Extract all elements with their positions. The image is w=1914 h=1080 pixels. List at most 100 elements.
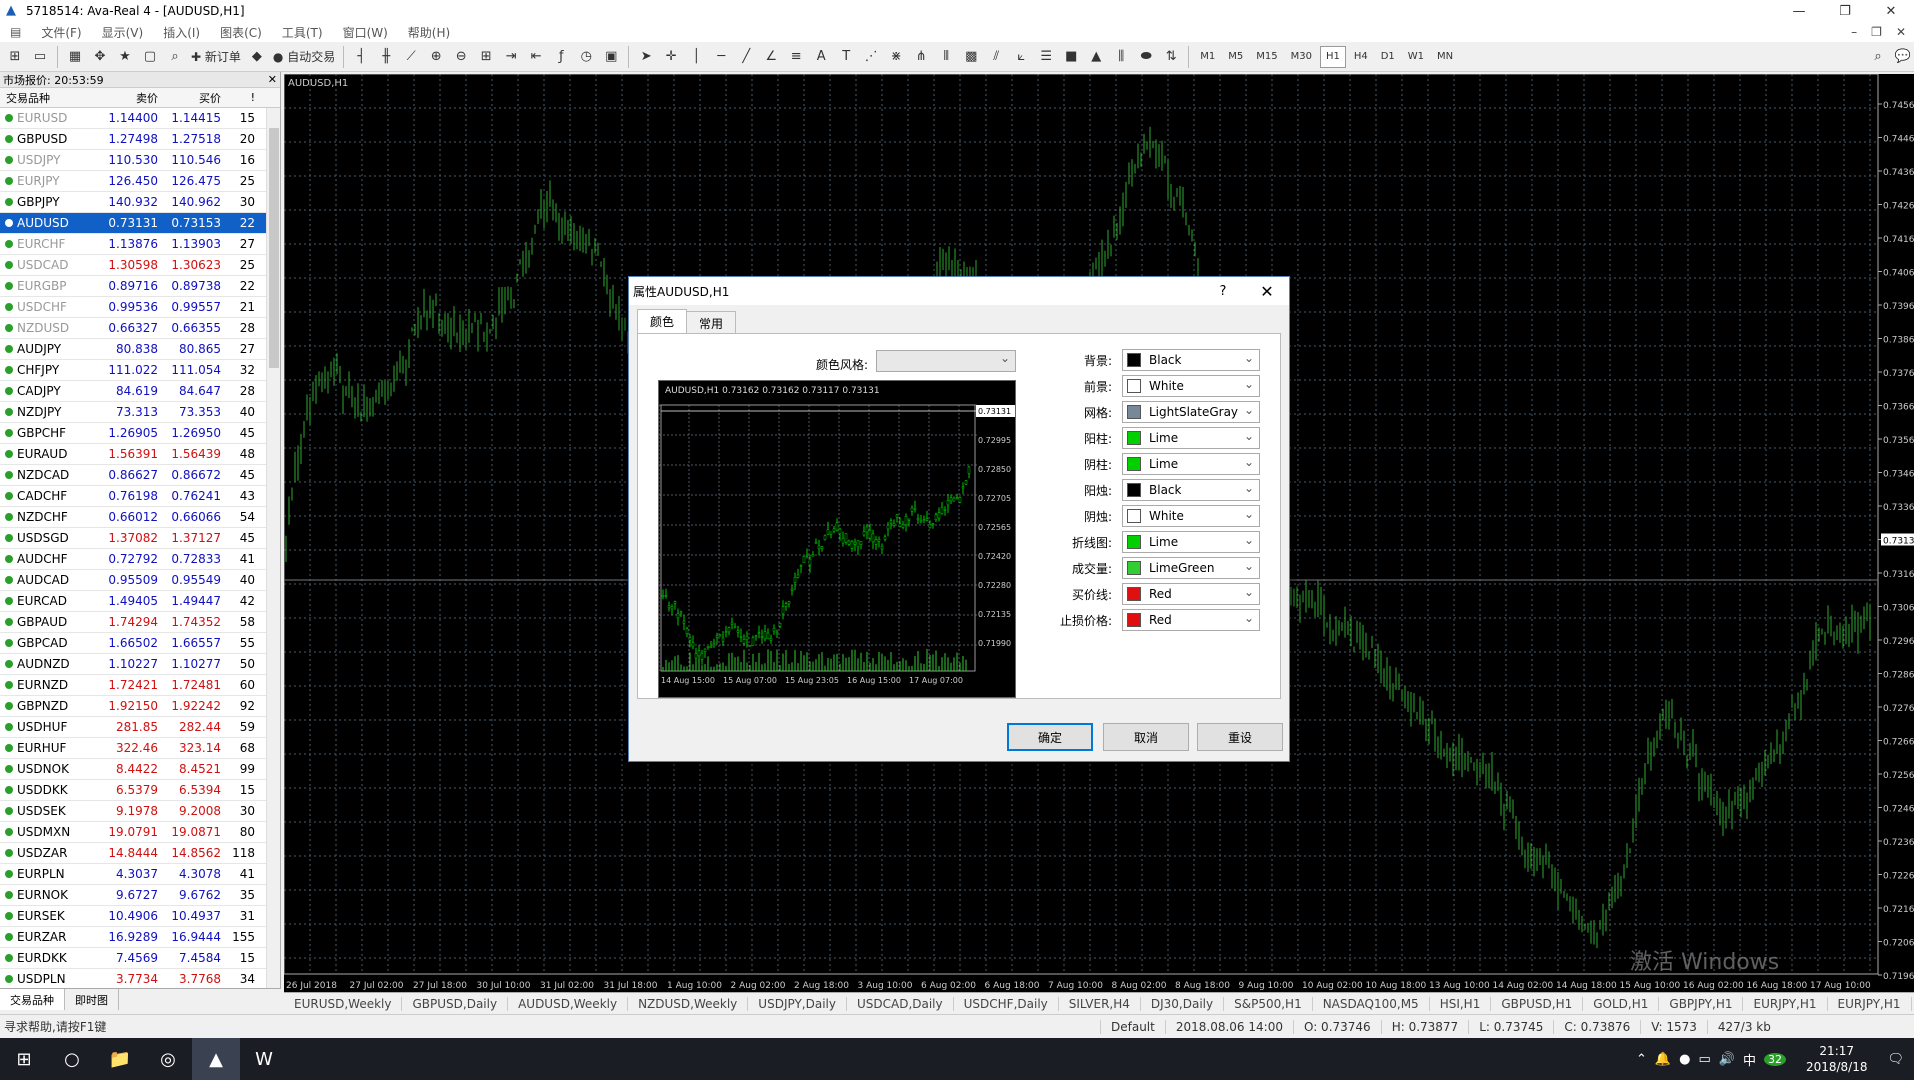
file-explorer-icon[interactable]: 📁 — [96, 1038, 144, 1080]
color-select[interactable]: Lime — [1122, 453, 1260, 475]
color-select[interactable]: Lime — [1122, 427, 1260, 449]
navigator-icon[interactable]: ★ — [114, 46, 136, 68]
column-symbol[interactable]: 交易品种 — [0, 90, 102, 106]
market-row[interactable]: AUDUSD 0.73131 0.73153 22 — [0, 213, 280, 234]
metaeditor-icon[interactable]: ◆ — [246, 46, 268, 68]
bar-chart-icon[interactable]: ┤ — [350, 46, 372, 68]
market-row[interactable]: USDJPY 110.530 110.546 16 — [0, 150, 280, 171]
tray-app-icon[interactable]: ● — [1679, 1052, 1690, 1067]
scroll-thumb[interactable] — [269, 128, 279, 368]
notification-bell-icon[interactable]: 🔔 — [1655, 1052, 1671, 1067]
column-ask[interactable]: 买价 — [162, 90, 225, 106]
menu-help[interactable]: 帮助(H) — [398, 24, 460, 41]
market-row[interactable]: GBPCHF 1.26905 1.26950 45 — [0, 423, 280, 444]
tab-tick-chart[interactable]: 即时图 — [65, 989, 119, 1010]
column-bid[interactable]: 卖价 — [102, 90, 162, 106]
grid-tool-icon[interactable]: ▩ — [960, 46, 982, 68]
color-select[interactable]: Black — [1122, 349, 1260, 371]
clock[interactable]: 21:17 2018/8/18 — [1794, 1043, 1880, 1075]
market-row[interactable]: NZDCAD 0.86627 0.86672 45 — [0, 465, 280, 486]
chart-tab[interactable]: GOLD,H1 — [1583, 996, 1660, 1011]
candlestick-icon[interactable]: ╫ — [375, 46, 397, 68]
market-row[interactable]: USDNOK 8.4422 8.4521 99 — [0, 759, 280, 780]
chart-tab[interactable]: EURJPY,H1 — [1743, 996, 1828, 1011]
color-select[interactable]: Red — [1122, 583, 1260, 605]
rectangle-icon[interactable]: ■ — [1060, 46, 1082, 68]
market-row[interactable]: CADJPY 84.619 84.647 28 — [0, 381, 280, 402]
connection-traffic[interactable]: 427/3 kb — [1706, 1019, 1781, 1034]
trend-by-angle-icon[interactable]: ∠ — [760, 46, 782, 68]
color-select[interactable]: White — [1122, 505, 1260, 527]
chat-icon[interactable]: 💬 — [1892, 46, 1914, 68]
market-row[interactable]: EURZAR 16.9289 16.9444 155 — [0, 927, 280, 948]
chart-tab[interactable]: S&P500,H1 — [1224, 996, 1313, 1011]
color-select[interactable]: LightSlateGray — [1122, 401, 1260, 423]
close-icon[interactable]: ✕ — [1245, 282, 1289, 301]
regression-icon[interactable]: ⫽ — [985, 46, 1007, 68]
arrows-icon[interactable]: ⇅ — [1160, 46, 1182, 68]
menu-charts[interactable]: 图表(C) — [210, 24, 272, 41]
chart-tab[interactable]: AUDUSD,Weekly — [508, 996, 629, 1011]
market-row[interactable]: EURCAD 1.49405 1.49447 42 — [0, 591, 280, 612]
zoom-out-icon[interactable]: ⊖ — [450, 46, 472, 68]
tester-icon[interactable]: ⌕ — [164, 46, 186, 68]
chart-tab[interactable]: NASDAQ100,M5 — [1313, 996, 1430, 1011]
close-icon[interactable]: ✕ — [1868, 4, 1914, 19]
chart-tab[interactable]: USDCHF,Daily — [954, 996, 1059, 1011]
channel-icon[interactable]: ≡ — [785, 46, 807, 68]
gann-icon[interactable]: ⋇ — [885, 46, 907, 68]
market-row[interactable]: GBPCAD 1.66502 1.66557 55 — [0, 633, 280, 654]
market-row[interactable]: AUDNZD 1.10227 1.10277 50 — [0, 654, 280, 675]
market-row[interactable]: EURCHF 1.13876 1.13903 27 — [0, 234, 280, 255]
autoscroll-icon[interactable]: ⇤ — [525, 46, 547, 68]
terminal-icon[interactable]: ▢ — [139, 46, 161, 68]
market-row[interactable]: NZDJPY 73.313 73.353 40 — [0, 402, 280, 423]
horizontal-line-icon[interactable]: ─ — [710, 46, 732, 68]
close-icon[interactable]: ✕ — [268, 73, 277, 86]
chart-tab[interactable]: USDCAD,Daily — [847, 996, 954, 1011]
mdi-close-icon[interactable]: ✕ — [1896, 25, 1906, 39]
market-row[interactable]: USDDKK 6.5379 6.5394 15 — [0, 780, 280, 801]
tf-m1[interactable]: M1 — [1195, 46, 1220, 68]
tab-colors[interactable]: 颜色 — [637, 309, 688, 333]
market-row[interactable]: CADCHF 0.76198 0.76241 43 — [0, 486, 280, 507]
cancel-button[interactable]: 取消 — [1103, 723, 1189, 751]
tf-m5[interactable]: M5 — [1223, 46, 1248, 68]
trendline-icon[interactable]: ╱ — [735, 46, 757, 68]
tf-h1[interactable]: H1 — [1319, 45, 1346, 68]
menu-view[interactable]: 显示(V) — [92, 24, 154, 41]
chart-tab[interactable]: DJ30,Daily — [1141, 996, 1225, 1011]
line-chart-icon[interactable]: ⟋ — [400, 46, 422, 68]
fibo-fan-icon[interactable]: ⟀ — [1010, 46, 1032, 68]
chart-tab[interactable]: EURJPY,H1 — [1828, 996, 1912, 1011]
menu-file[interactable]: 文件(F) — [31, 24, 91, 41]
tile-windows-icon[interactable]: ⊞ — [475, 46, 497, 68]
chart-shift-icon[interactable]: ⇥ — [500, 46, 522, 68]
menu-tools[interactable]: 工具(T) — [272, 24, 333, 41]
cortana-icon[interactable]: ○ — [48, 1038, 96, 1080]
cursor-icon[interactable]: ➤ — [635, 46, 657, 68]
pitchfork-icon[interactable]: ⋔ — [910, 46, 932, 68]
auto-trading-button[interactable]: ● 自动交易 — [271, 46, 337, 68]
market-row[interactable]: EURNZD 1.72421 1.72481 60 — [0, 675, 280, 696]
market-row[interactable]: EURHUF 322.46 323.14 68 — [0, 738, 280, 759]
market-row[interactable]: EURDKK 7.4569 7.4584 15 — [0, 948, 280, 969]
profiles-icon[interactable]: ▭ — [29, 46, 51, 68]
tray-expand-icon[interactable]: ⌃ — [1636, 1052, 1647, 1067]
tray-badge[interactable]: 32 — [1763, 1052, 1786, 1066]
market-row[interactable]: EURUSD 1.14400 1.14415 15 — [0, 108, 280, 129]
browser-icon[interactable]: ◎ — [144, 1038, 192, 1080]
chart-tab[interactable]: SILVER,H4 — [1059, 996, 1141, 1011]
data-window-icon[interactable]: ✥ — [89, 46, 111, 68]
market-row[interactable]: EURPLN 4.3037 4.3078 41 — [0, 864, 280, 885]
market-row[interactable]: USDCAD 1.30598 1.30623 25 — [0, 255, 280, 276]
chart-tab[interactable]: USDJPY,Daily — [748, 996, 847, 1011]
chart-tab[interactable]: GBPUSD,Daily — [402, 996, 509, 1011]
indicators-icon[interactable]: ƒ — [550, 46, 572, 68]
market-row[interactable]: AUDCAD 0.95509 0.95549 40 — [0, 570, 280, 591]
tf-d1[interactable]: D1 — [1376, 46, 1400, 68]
zoom-in-icon[interactable]: ⊕ — [425, 46, 447, 68]
fibo-channel-icon[interactable]: ☰ — [1035, 46, 1057, 68]
minimize-icon[interactable]: — — [1776, 4, 1822, 19]
chart-tab[interactable]: HSI,H1 — [1430, 996, 1492, 1011]
